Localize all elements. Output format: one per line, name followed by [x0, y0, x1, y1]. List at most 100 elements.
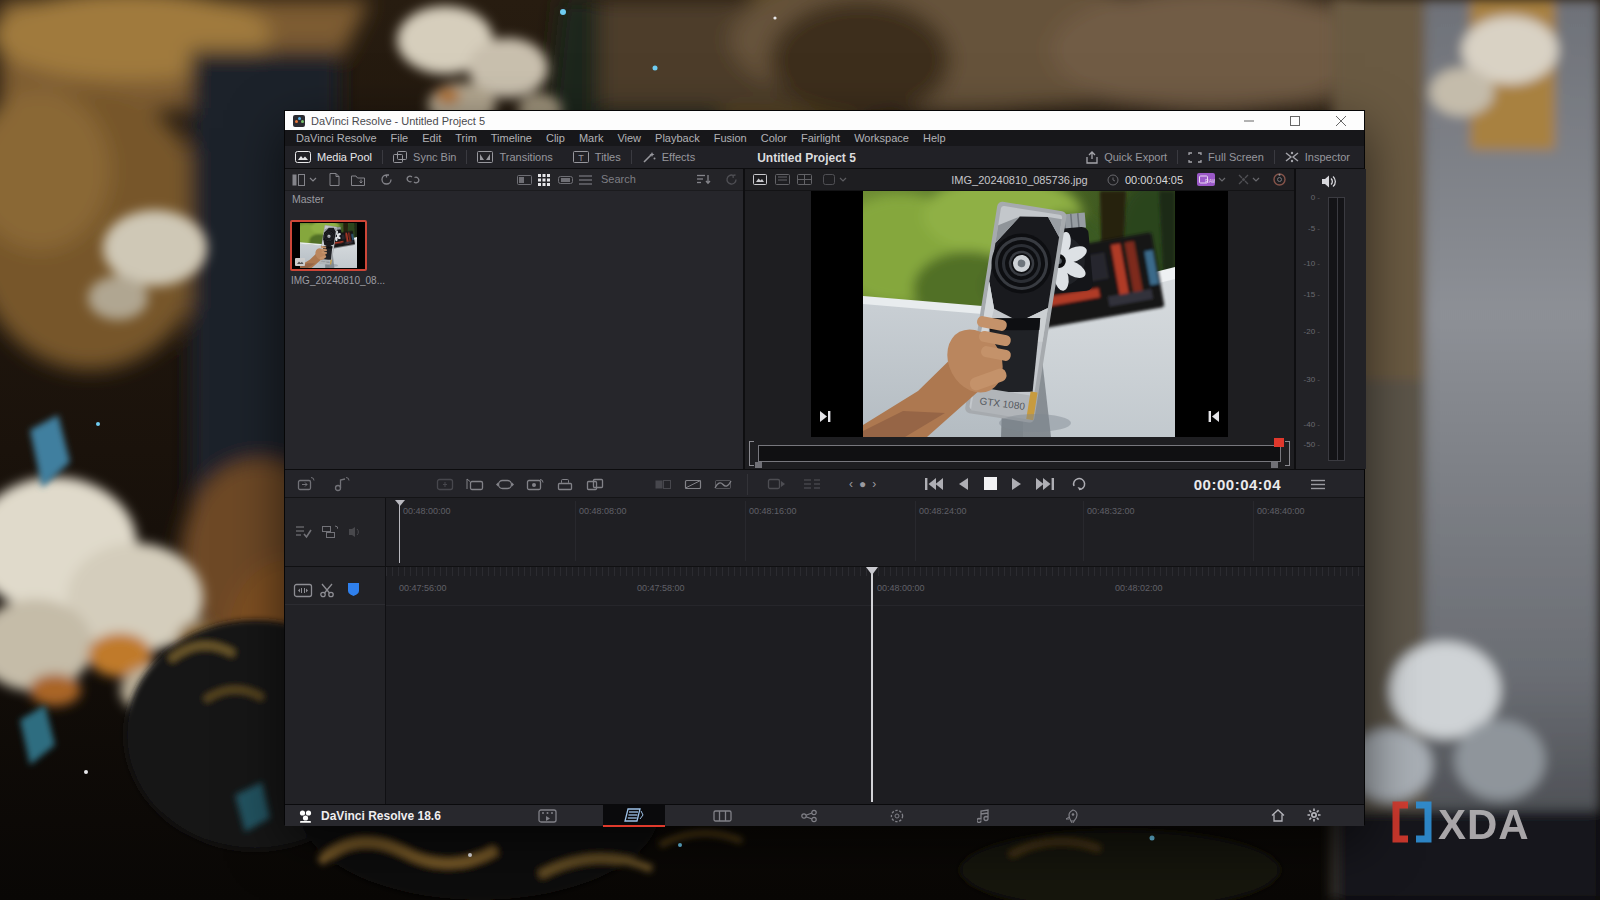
transitions-button[interactable]: Transitions [467, 146, 562, 168]
settings-gear-icon[interactable] [1307, 808, 1321, 822]
place-on-top-icon[interactable] [555, 477, 575, 492]
zoom-fit-icon[interactable] [1237, 173, 1250, 186]
zoom-chevron-icon[interactable] [1252, 177, 1260, 182]
search-input[interactable]: Search [601, 173, 636, 185]
sort-icon[interactable] [697, 174, 711, 185]
ripple-overwrite-icon[interactable] [495, 477, 515, 492]
bin-list-toggle-icon[interactable] [292, 174, 305, 186]
step-back-button[interactable] [957, 477, 969, 491]
menu-item[interactable]: Trim [448, 132, 484, 144]
split-scissors-icon[interactable] [320, 583, 336, 598]
titles-button[interactable]: T Titles [563, 146, 631, 168]
duration-clock-icon [1107, 174, 1119, 186]
dissolve-transition-icon[interactable] [683, 477, 703, 492]
color-viewer-icon[interactable] [1273, 173, 1286, 186]
maximize-button[interactable] [1272, 111, 1318, 130]
raw-badge-icon[interactable]: RAW [1197, 173, 1215, 186]
filmstrip-view-icon[interactable] [558, 175, 573, 185]
page-tab-edit[interactable] [691, 805, 753, 827]
menu-item[interactable]: Fusion [707, 132, 754, 144]
list-view-icon[interactable] [579, 175, 592, 185]
scrubber-in-handle[interactable] [755, 462, 762, 468]
match-frame-icon[interactable] [803, 476, 821, 492]
stop-button[interactable] [984, 477, 997, 490]
go-to-start-button[interactable] [925, 477, 943, 491]
raw-chevron-icon[interactable] [1218, 177, 1226, 182]
cut-transition-icon[interactable] [653, 477, 673, 492]
effects-icon [642, 151, 656, 164]
speaker-icon[interactable] [1322, 175, 1337, 188]
scrubber-right-bracket[interactable] [1285, 441, 1290, 466]
relink-icon[interactable] [406, 174, 420, 185]
audio-trim-icon[interactable] [347, 524, 364, 539]
timeline-tracks[interactable] [386, 605, 1364, 804]
scrubber-playhead-marker[interactable] [1274, 438, 1284, 447]
menu-item[interactable]: Fairlight [794, 132, 847, 144]
menu-item[interactable]: Clip [539, 132, 572, 144]
menu-item[interactable]: Edit [415, 132, 448, 144]
refresh-bin-icon[interactable] [725, 173, 738, 186]
refresh-sync-icon[interactable] [380, 173, 393, 186]
media-pool-button[interactable]: Media Pool [285, 146, 382, 168]
menu-item[interactable]: File [384, 132, 416, 144]
home-icon[interactable] [1271, 809, 1285, 822]
scrubber-bar[interactable] [758, 445, 1281, 462]
scrubber-left-bracket[interactable] [749, 441, 754, 466]
timeline-options-icon[interactable] [1311, 479, 1325, 490]
import-media-icon[interactable] [351, 174, 365, 186]
play-button[interactable] [1011, 477, 1023, 491]
page-tab-deliver[interactable] [1040, 805, 1102, 827]
menu-item[interactable]: Help [916, 132, 953, 144]
jog-control[interactable]: ‹●› [849, 477, 882, 491]
media-clip-thumbnail[interactable] [290, 220, 367, 271]
loop-button[interactable] [1071, 476, 1087, 491]
menu-item[interactable]: Timeline [484, 132, 539, 144]
overview-ruler-label: 00:48:00:00 [403, 506, 451, 516]
menu-item[interactable]: Playback [648, 132, 707, 144]
inspector-button[interactable]: Inspector [1275, 146, 1364, 168]
page-tab-cut[interactable] [603, 805, 665, 827]
full-screen-button[interactable]: Full Screen [1178, 146, 1274, 168]
viewer-scrubber[interactable] [749, 441, 1290, 467]
sync-bin-button[interactable]: Sync Bin [383, 146, 466, 168]
timeline-checklist-icon[interactable] [295, 524, 312, 539]
minimize-button[interactable] [1226, 111, 1272, 130]
quick-export-button[interactable]: Quick Export [1076, 146, 1177, 168]
page-tab-media[interactable] [516, 805, 578, 827]
viewer-canvas[interactable]: GTX 1080 [811, 191, 1228, 437]
strip-view-icon[interactable] [517, 175, 532, 185]
timeline-overview[interactable]: 00:48:00:00 00:48:08:00 00:48:16:00 00:4… [285, 498, 1364, 566]
desktop: XDA DaVinci Resolve - Untitled Project 5… [0, 0, 1600, 900]
smooth-cut-icon[interactable] [713, 477, 733, 492]
close-button[interactable] [1318, 111, 1364, 130]
timeline-playhead[interactable] [871, 567, 873, 802]
thumbnail-view-icon[interactable] [538, 174, 550, 186]
menu-item[interactable]: Workspace [847, 132, 916, 144]
append-clip-icon[interactable] [297, 476, 316, 492]
full-extent-icon[interactable] [293, 583, 313, 598]
bin-list-chevron-icon[interactable] [309, 177, 317, 182]
close-up-icon[interactable] [525, 477, 545, 492]
play-around-icon[interactable] [767, 476, 787, 492]
page-tab-fairlight[interactable] [953, 805, 1015, 827]
in-point-flag-icon [819, 411, 831, 422]
overview-playhead[interactable] [399, 500, 400, 563]
go-to-end-button[interactable] [1036, 477, 1054, 491]
menu-item[interactable]: View [610, 132, 648, 144]
scrubber-out-handle[interactable] [1271, 462, 1278, 468]
page-tab-color[interactable] [866, 805, 928, 827]
page-tab-fusion[interactable] [778, 805, 840, 827]
effects-button[interactable]: Effects [632, 146, 705, 168]
new-bin-icon[interactable] [329, 173, 340, 186]
source-overwrite-icon[interactable] [585, 477, 605, 492]
timeline[interactable]: 00:47:56:00 00:47:58:00 00:48:00:00 00:4… [285, 566, 1364, 804]
append-icon[interactable] [465, 477, 485, 492]
menu-item[interactable]: Mark [572, 132, 610, 144]
menu-item[interactable]: Color [754, 132, 794, 144]
sync-clips-icon[interactable] [321, 524, 338, 539]
snapping-marker-icon[interactable] [347, 582, 360, 597]
media-clip-name[interactable]: IMG_20240810_08... [291, 275, 385, 286]
smart-insert-icon[interactable] [435, 477, 455, 492]
append-audio-icon[interactable] [332, 476, 351, 492]
menu-item[interactable]: DaVinci Resolve [289, 132, 384, 144]
